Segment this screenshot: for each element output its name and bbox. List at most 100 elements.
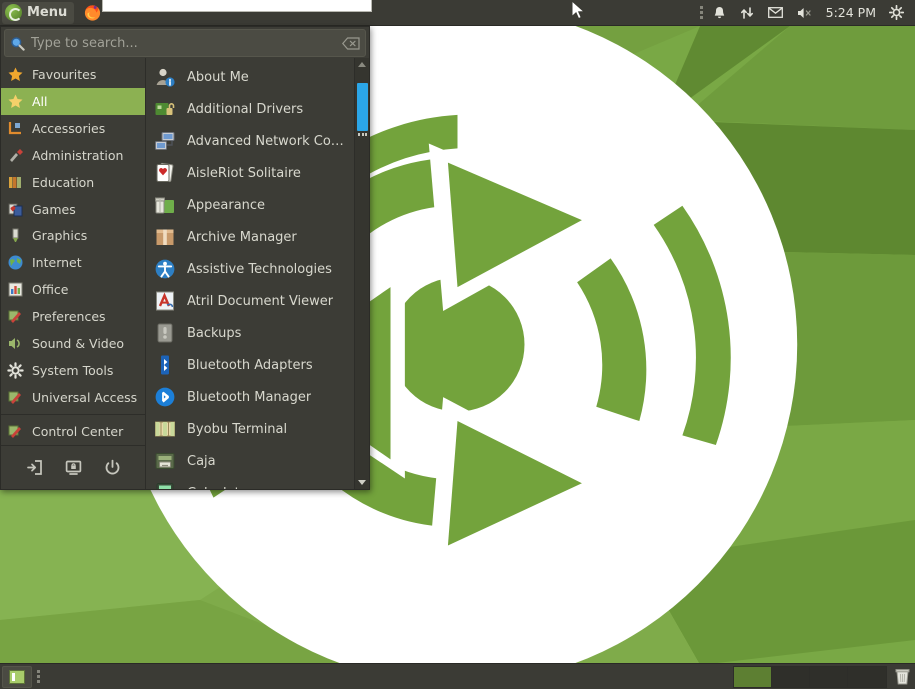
settings-gear-icon[interactable] bbox=[882, 0, 911, 26]
list-item-label: Caja bbox=[187, 454, 216, 469]
list-item[interactable]: Caja bbox=[146, 445, 354, 477]
category-sidebar: Favourites All Accessories bbox=[1, 58, 146, 489]
sidebar-item-administration[interactable]: Administration bbox=[1, 142, 145, 169]
list-item[interactable]: Bluetooth Adapters bbox=[146, 349, 354, 381]
mouse-cursor bbox=[571, 0, 587, 22]
list-item-label: Bluetooth Manager bbox=[187, 390, 311, 405]
sidebar-item-games[interactable]: Games bbox=[1, 196, 145, 223]
backups-icon bbox=[154, 322, 176, 344]
sidebar-label: Administration bbox=[32, 148, 123, 163]
lock-button[interactable] bbox=[65, 459, 82, 476]
sidebar-label: System Tools bbox=[32, 363, 113, 378]
sidebar-item-internet[interactable]: Internet bbox=[1, 249, 145, 276]
list-item[interactable]: Advanced Network Configu... bbox=[146, 125, 354, 157]
star-icon bbox=[7, 93, 24, 110]
sidebar-item-accessories[interactable]: Accessories bbox=[1, 115, 145, 142]
window-edge-artifact bbox=[102, 0, 372, 12]
system-tray: 5:24 PM bbox=[697, 0, 915, 25]
application-list-area: About Me Additional Drivers bbox=[146, 58, 369, 489]
session-buttons bbox=[1, 445, 145, 489]
clock[interactable]: 5:24 PM bbox=[820, 5, 882, 20]
sidebar-label: All bbox=[32, 94, 48, 109]
accessibility-icon bbox=[154, 258, 176, 280]
sidebar-item-all[interactable]: All bbox=[1, 88, 145, 115]
scroll-down-button[interactable] bbox=[355, 476, 370, 489]
archive-icon bbox=[154, 226, 176, 248]
sidebar-label: Graphics bbox=[32, 228, 87, 243]
network-config-icon bbox=[154, 130, 176, 152]
scroll-up-button[interactable] bbox=[355, 58, 370, 71]
logout-button[interactable] bbox=[26, 459, 43, 476]
list-item[interactable]: Assistive Technologies bbox=[146, 253, 354, 285]
list-item-label: Appearance bbox=[187, 198, 265, 213]
applist-scrollbar[interactable] bbox=[354, 58, 369, 489]
workspace-switcher[interactable] bbox=[733, 666, 887, 688]
list-item[interactable]: Bluetooth Manager bbox=[146, 381, 354, 413]
list-item[interactable]: Calculator bbox=[146, 477, 354, 489]
sidebar-label: Control Center bbox=[32, 424, 123, 439]
list-item[interactable]: Byobu Terminal bbox=[146, 413, 354, 445]
shutdown-button[interactable] bbox=[104, 459, 121, 476]
appearance-icon bbox=[154, 194, 176, 216]
sidebar-item-system-tools[interactable]: System Tools bbox=[1, 357, 145, 384]
tools-icon bbox=[7, 308, 24, 325]
list-item[interactable]: About Me bbox=[146, 61, 354, 93]
sidebar-item-favourites[interactable]: Favourites bbox=[1, 61, 145, 88]
mail-icon[interactable] bbox=[761, 0, 790, 26]
scrollbar-thumb[interactable] bbox=[357, 83, 368, 131]
scrollbar-track[interactable] bbox=[355, 71, 370, 476]
sidebar-label: Internet bbox=[32, 255, 82, 270]
network-icon[interactable] bbox=[733, 0, 761, 26]
admin-icon bbox=[7, 147, 24, 164]
workspace-3[interactable] bbox=[810, 667, 848, 687]
sidebar-item-office[interactable]: Office bbox=[1, 276, 145, 303]
list-item-label: Calculator bbox=[187, 486, 253, 490]
list-item[interactable]: Archive Manager bbox=[146, 221, 354, 253]
firefox-launcher[interactable] bbox=[82, 3, 102, 23]
sidebar-item-sound-video[interactable]: Sound & Video bbox=[1, 330, 145, 357]
list-item[interactable]: AisleRiot Solitaire bbox=[146, 157, 354, 189]
menu-button[interactable]: Menu bbox=[2, 2, 74, 24]
list-item[interactable]: Appearance bbox=[146, 189, 354, 221]
show-desktop-button[interactable] bbox=[2, 666, 32, 688]
sidebar-item-education[interactable]: Education bbox=[1, 169, 145, 196]
sidebar-label: Accessories bbox=[32, 121, 105, 136]
list-item[interactable]: Atril Document Viewer bbox=[146, 285, 354, 317]
ubuntu-mate-menu-icon bbox=[5, 4, 22, 21]
workspace-2[interactable] bbox=[772, 667, 810, 687]
accessories-icon bbox=[7, 120, 24, 137]
graphics-icon bbox=[7, 227, 24, 244]
show-desktop-icon bbox=[9, 670, 25, 684]
gear-icon bbox=[7, 362, 24, 379]
sidebar-item-graphics[interactable]: Graphics bbox=[1, 223, 145, 250]
bluetooth-adapter-icon bbox=[154, 354, 176, 376]
list-item[interactable]: Additional Drivers bbox=[146, 93, 354, 125]
clear-search-icon[interactable] bbox=[342, 37, 360, 50]
atril-icon bbox=[154, 290, 176, 312]
sidebar-item-universal-access[interactable]: Universal Access bbox=[1, 384, 145, 411]
scrollbar-marker bbox=[358, 133, 367, 136]
window-list[interactable] bbox=[40, 664, 733, 689]
search-bar[interactable]: Type to search... bbox=[4, 29, 366, 57]
caja-icon bbox=[154, 450, 176, 472]
bluetooth-icon bbox=[154, 386, 176, 408]
list-item[interactable]: Backups bbox=[146, 317, 354, 349]
drivers-icon bbox=[154, 98, 176, 120]
sidebar-item-control-center[interactable]: Control Center bbox=[1, 418, 145, 445]
workspace-1[interactable] bbox=[734, 667, 772, 687]
tools-icon bbox=[7, 423, 24, 440]
workspace-4[interactable] bbox=[848, 667, 886, 687]
volume-muted-icon[interactable] bbox=[790, 0, 820, 26]
trash-applet[interactable] bbox=[889, 664, 915, 689]
sidebar-label: Office bbox=[32, 282, 69, 297]
sidebar-item-preferences[interactable]: Preferences bbox=[1, 303, 145, 330]
education-icon bbox=[7, 174, 24, 191]
list-item-label: Archive Manager bbox=[187, 230, 297, 245]
top-panel: Menu bbox=[0, 0, 915, 26]
tray-drag-handle[interactable] bbox=[697, 0, 706, 26]
calculator-icon bbox=[154, 482, 176, 489]
notification-bell-icon[interactable] bbox=[706, 0, 733, 26]
top-panel-window-area bbox=[102, 0, 696, 25]
search-input[interactable]: Type to search... bbox=[31, 36, 342, 51]
office-icon bbox=[7, 281, 24, 298]
